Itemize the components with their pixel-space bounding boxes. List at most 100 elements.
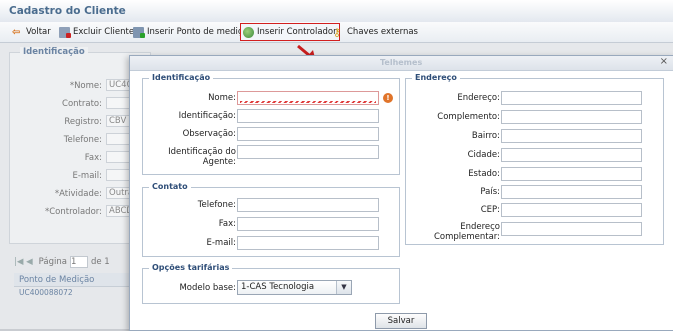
complemento-label: Complemento: bbox=[437, 112, 500, 122]
bg-label: E-mail: bbox=[72, 171, 102, 181]
email-input[interactable] bbox=[237, 236, 379, 250]
modelo-value: 1-CAS Tecnologia bbox=[241, 282, 315, 292]
estado-row: Estado: bbox=[406, 167, 663, 181]
endereco-complementar-input[interactable] bbox=[501, 222, 642, 236]
endereco-label: Endereço: bbox=[457, 93, 500, 103]
bairro-input[interactable] bbox=[501, 129, 642, 143]
excluir-label: Excluir Cliente bbox=[73, 27, 135, 37]
opcoes-fieldset: Opções tarifárias Modelo base: 1-CAS Tec… bbox=[142, 263, 400, 304]
agente-input[interactable] bbox=[237, 145, 379, 159]
cidade-row: Cidade: bbox=[406, 148, 663, 162]
fax-label: Fax: bbox=[218, 219, 236, 229]
endereco-input[interactable] bbox=[501, 91, 642, 105]
error-icon: ! bbox=[383, 93, 393, 103]
inserir-controlador-button[interactable]: Inserir Controlador bbox=[240, 23, 340, 41]
email-row: E-mail: bbox=[143, 236, 399, 250]
inserir-controlador-label: Inserir Controlador bbox=[257, 27, 337, 37]
back-arrow-icon: ⇦ bbox=[12, 26, 21, 38]
background-legend: Identificação bbox=[20, 47, 88, 57]
estado-input[interactable] bbox=[501, 167, 642, 181]
identificacao-row: Identificação: bbox=[143, 109, 399, 123]
dialog-header: Telhemes × bbox=[130, 56, 673, 71]
cep-label: CEP: bbox=[480, 205, 500, 215]
contato-fieldset: Contato Telefone: Fax: E-mail: bbox=[142, 182, 400, 257]
opcoes-legend: Opções tarifárias bbox=[149, 263, 233, 272]
identificacao-input[interactable] bbox=[237, 109, 379, 123]
bg-label: Contrato: bbox=[62, 99, 102, 109]
voltar-button[interactable]: ⇦ Voltar bbox=[12, 25, 51, 39]
bg-label: Fax: bbox=[84, 153, 102, 163]
bg-label: Registro: bbox=[64, 117, 102, 127]
controller-dialog: Telhemes × Identificação Nome: ! Identif… bbox=[129, 55, 673, 331]
background-grid-row: UC400088072 bbox=[19, 288, 73, 297]
observacao-row: Observação: bbox=[143, 127, 399, 141]
pais-input[interactable] bbox=[501, 185, 642, 199]
nome-input[interactable] bbox=[237, 91, 379, 105]
cep-input[interactable] bbox=[501, 203, 642, 217]
identificacao-fieldset: Identificação Nome: ! Identificação: Obs… bbox=[142, 73, 400, 175]
endereco-fieldset: Endereço Endereço: Complemento: Bairro: … bbox=[405, 73, 664, 245]
pager-page-label: Página bbox=[38, 257, 67, 267]
agente-row: Identificação do Agente: bbox=[143, 145, 399, 167]
controller-icon bbox=[243, 26, 254, 38]
close-icon[interactable]: × bbox=[660, 56, 668, 67]
excluir-cliente-button[interactable]: Excluir Cliente bbox=[59, 25, 134, 39]
chaves-label: Chaves externas bbox=[347, 27, 418, 37]
bg-label: *Atividade: bbox=[54, 189, 102, 199]
agente-label-line2: Agente: bbox=[202, 157, 236, 167]
key-icon: ⚷ bbox=[333, 25, 342, 39]
bg-label: *Controlador: bbox=[45, 207, 102, 217]
nome-label: Nome: bbox=[208, 93, 236, 103]
background-grid-header: Ponto de Medição bbox=[14, 273, 134, 287]
endereco-legend: Endereço bbox=[412, 73, 460, 82]
bairro-label: Bairro: bbox=[471, 131, 500, 141]
telefone-label: Telefone: bbox=[197, 200, 236, 210]
complemento-row: Complemento: bbox=[406, 110, 663, 124]
bairro-row: Bairro: bbox=[406, 129, 663, 143]
cidade-input[interactable] bbox=[501, 148, 642, 162]
complemento-input[interactable] bbox=[501, 110, 642, 124]
endereco-complementar-line1: Endereço bbox=[460, 222, 500, 232]
inserir-ponto-button[interactable]: Inserir Ponto de medição bbox=[133, 25, 253, 39]
endereco-complementar-row: Endereço Complementar: bbox=[406, 222, 663, 242]
chevron-down-icon[interactable]: ▼ bbox=[336, 281, 351, 294]
toolbar: ⇦ Voltar Excluir Cliente Inserir Ponto d… bbox=[0, 22, 673, 43]
observacao-label: Observação: bbox=[182, 129, 236, 139]
window-title: Cadastro do Cliente bbox=[9, 5, 126, 17]
endereco-row: Endereço: bbox=[406, 91, 663, 105]
bg-label: Telefone: bbox=[63, 135, 102, 145]
fax-row: Fax: bbox=[143, 217, 399, 231]
estado-label: Estado: bbox=[468, 169, 500, 179]
pais-label: País: bbox=[480, 187, 500, 197]
delete-client-icon bbox=[59, 26, 71, 38]
pais-row: País: bbox=[406, 185, 663, 199]
endereco-complementar-label: Endereço Complementar: bbox=[434, 222, 500, 242]
identificacao-legend: Identificação bbox=[149, 73, 214, 82]
pager-of-label: de 1 bbox=[90, 257, 110, 267]
endereco-complementar-line2: Complementar: bbox=[433, 232, 500, 242]
dialog-title: Telhemes bbox=[380, 58, 423, 67]
contato-legend: Contato bbox=[149, 182, 191, 191]
voltar-label: Voltar bbox=[26, 27, 51, 37]
pager-page-input: 1 bbox=[69, 256, 88, 268]
agente-label: Identificação do Agente: bbox=[168, 147, 236, 167]
telefone-row: Telefone: bbox=[143, 198, 399, 212]
inserir-ponto-label: Inserir Ponto de medição bbox=[147, 27, 253, 37]
cidade-label: Cidade: bbox=[467, 150, 500, 160]
identificacao-label: Identificação: bbox=[178, 111, 236, 121]
pager-first-icon: |◀ ◀ bbox=[14, 257, 33, 267]
window-titlebar: Cadastro do Cliente bbox=[0, 0, 673, 23]
telefone-input[interactable] bbox=[237, 198, 379, 212]
modelo-row: Modelo base: 1-CAS Tecnologia ▼ bbox=[143, 280, 399, 295]
modelo-select[interactable]: 1-CAS Tecnologia ▼ bbox=[237, 280, 352, 295]
bg-label: *Nome: bbox=[69, 81, 102, 91]
save-button[interactable]: Salvar bbox=[375, 313, 427, 329]
cep-row: CEP: bbox=[406, 203, 663, 217]
fax-input[interactable] bbox=[237, 217, 379, 231]
insert-point-icon bbox=[133, 26, 145, 38]
chaves-externas-button[interactable]: ⚷ Chaves externas bbox=[333, 25, 418, 39]
observacao-input[interactable] bbox=[237, 127, 379, 141]
modelo-label: Modelo base: bbox=[179, 283, 236, 293]
email-label: E-mail: bbox=[206, 238, 236, 248]
agente-label-line1: Identificação do bbox=[168, 147, 236, 157]
